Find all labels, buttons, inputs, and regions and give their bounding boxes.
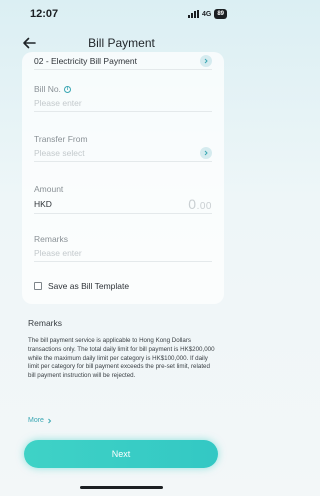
back-button[interactable] — [20, 34, 38, 52]
bill-no-label: Bill No. i — [34, 84, 212, 94]
save-template-checkbox[interactable] — [34, 282, 42, 290]
chevron-right-icon — [200, 54, 212, 67]
network-label: 4G — [201, 10, 212, 18]
currency-label: HKD — [34, 198, 52, 209]
remarks-info: Remarks The bill payment service is appl… — [28, 318, 218, 381]
remarks-placeholder: Please enter — [34, 247, 82, 258]
transfer-from-placeholder: Please select — [34, 147, 85, 158]
next-button[interactable]: Next — [24, 440, 218, 468]
remarks-label: Remarks — [34, 234, 69, 244]
remarks-field: Remarks Please enter — [34, 234, 212, 262]
merchant-value: 02 - Electricity Bill Payment — [34, 55, 137, 66]
remarks-info-title: Remarks — [28, 318, 63, 328]
remarks-info-text: The bill payment service is applicable t… — [28, 337, 215, 380]
more-label: More — [28, 417, 44, 424]
bill-no-input[interactable]: Please enter — [34, 94, 212, 112]
transfer-from-field: Transfer From Please select — [34, 134, 212, 162]
bill-no-field: Bill No. i Please enter — [34, 84, 212, 112]
amount-input[interactable]: HKD 0.00 — [34, 194, 212, 214]
back-arrow-icon — [23, 37, 36, 49]
save-template-row: Save as Bill Template — [34, 281, 212, 291]
amount-label: Amount — [34, 184, 64, 194]
merchant-select[interactable]: 02 - Electricity Bill Payment — [34, 52, 212, 70]
home-indicator — [80, 486, 163, 489]
more-link[interactable]: More — [28, 417, 52, 424]
status-icons: 4G 89 — [187, 9, 227, 19]
transfer-from-label: Transfer From — [34, 134, 88, 144]
bill-no-label-text: Bill No. — [34, 84, 61, 94]
amount-field: Amount HKD 0.00 — [34, 184, 212, 214]
battery-icon: 89 — [214, 9, 227, 19]
chevron-right-icon — [200, 146, 212, 159]
amount-dec: .00 — [196, 200, 212, 212]
amount-int: 0 — [188, 195, 197, 212]
signal-icon — [187, 10, 199, 18]
page-title: Bill Payment — [88, 36, 155, 50]
remarks-input[interactable]: Please enter — [34, 244, 212, 262]
info-icon[interactable]: i — [63, 85, 71, 93]
save-template-label: Save as Bill Template — [48, 281, 130, 291]
bill-form-card: 02 - Electricity Bill Payment Bill No. i… — [22, 52, 224, 304]
status-bar: 12:07 4G 89 — [0, 0, 243, 28]
bill-no-placeholder: Please enter — [34, 97, 82, 108]
status-time: 12:07 — [30, 8, 59, 20]
chevron-right-icon — [48, 418, 52, 423]
transfer-from-select[interactable]: Please select — [34, 144, 212, 162]
amount-value: 0.00 — [188, 196, 212, 212]
